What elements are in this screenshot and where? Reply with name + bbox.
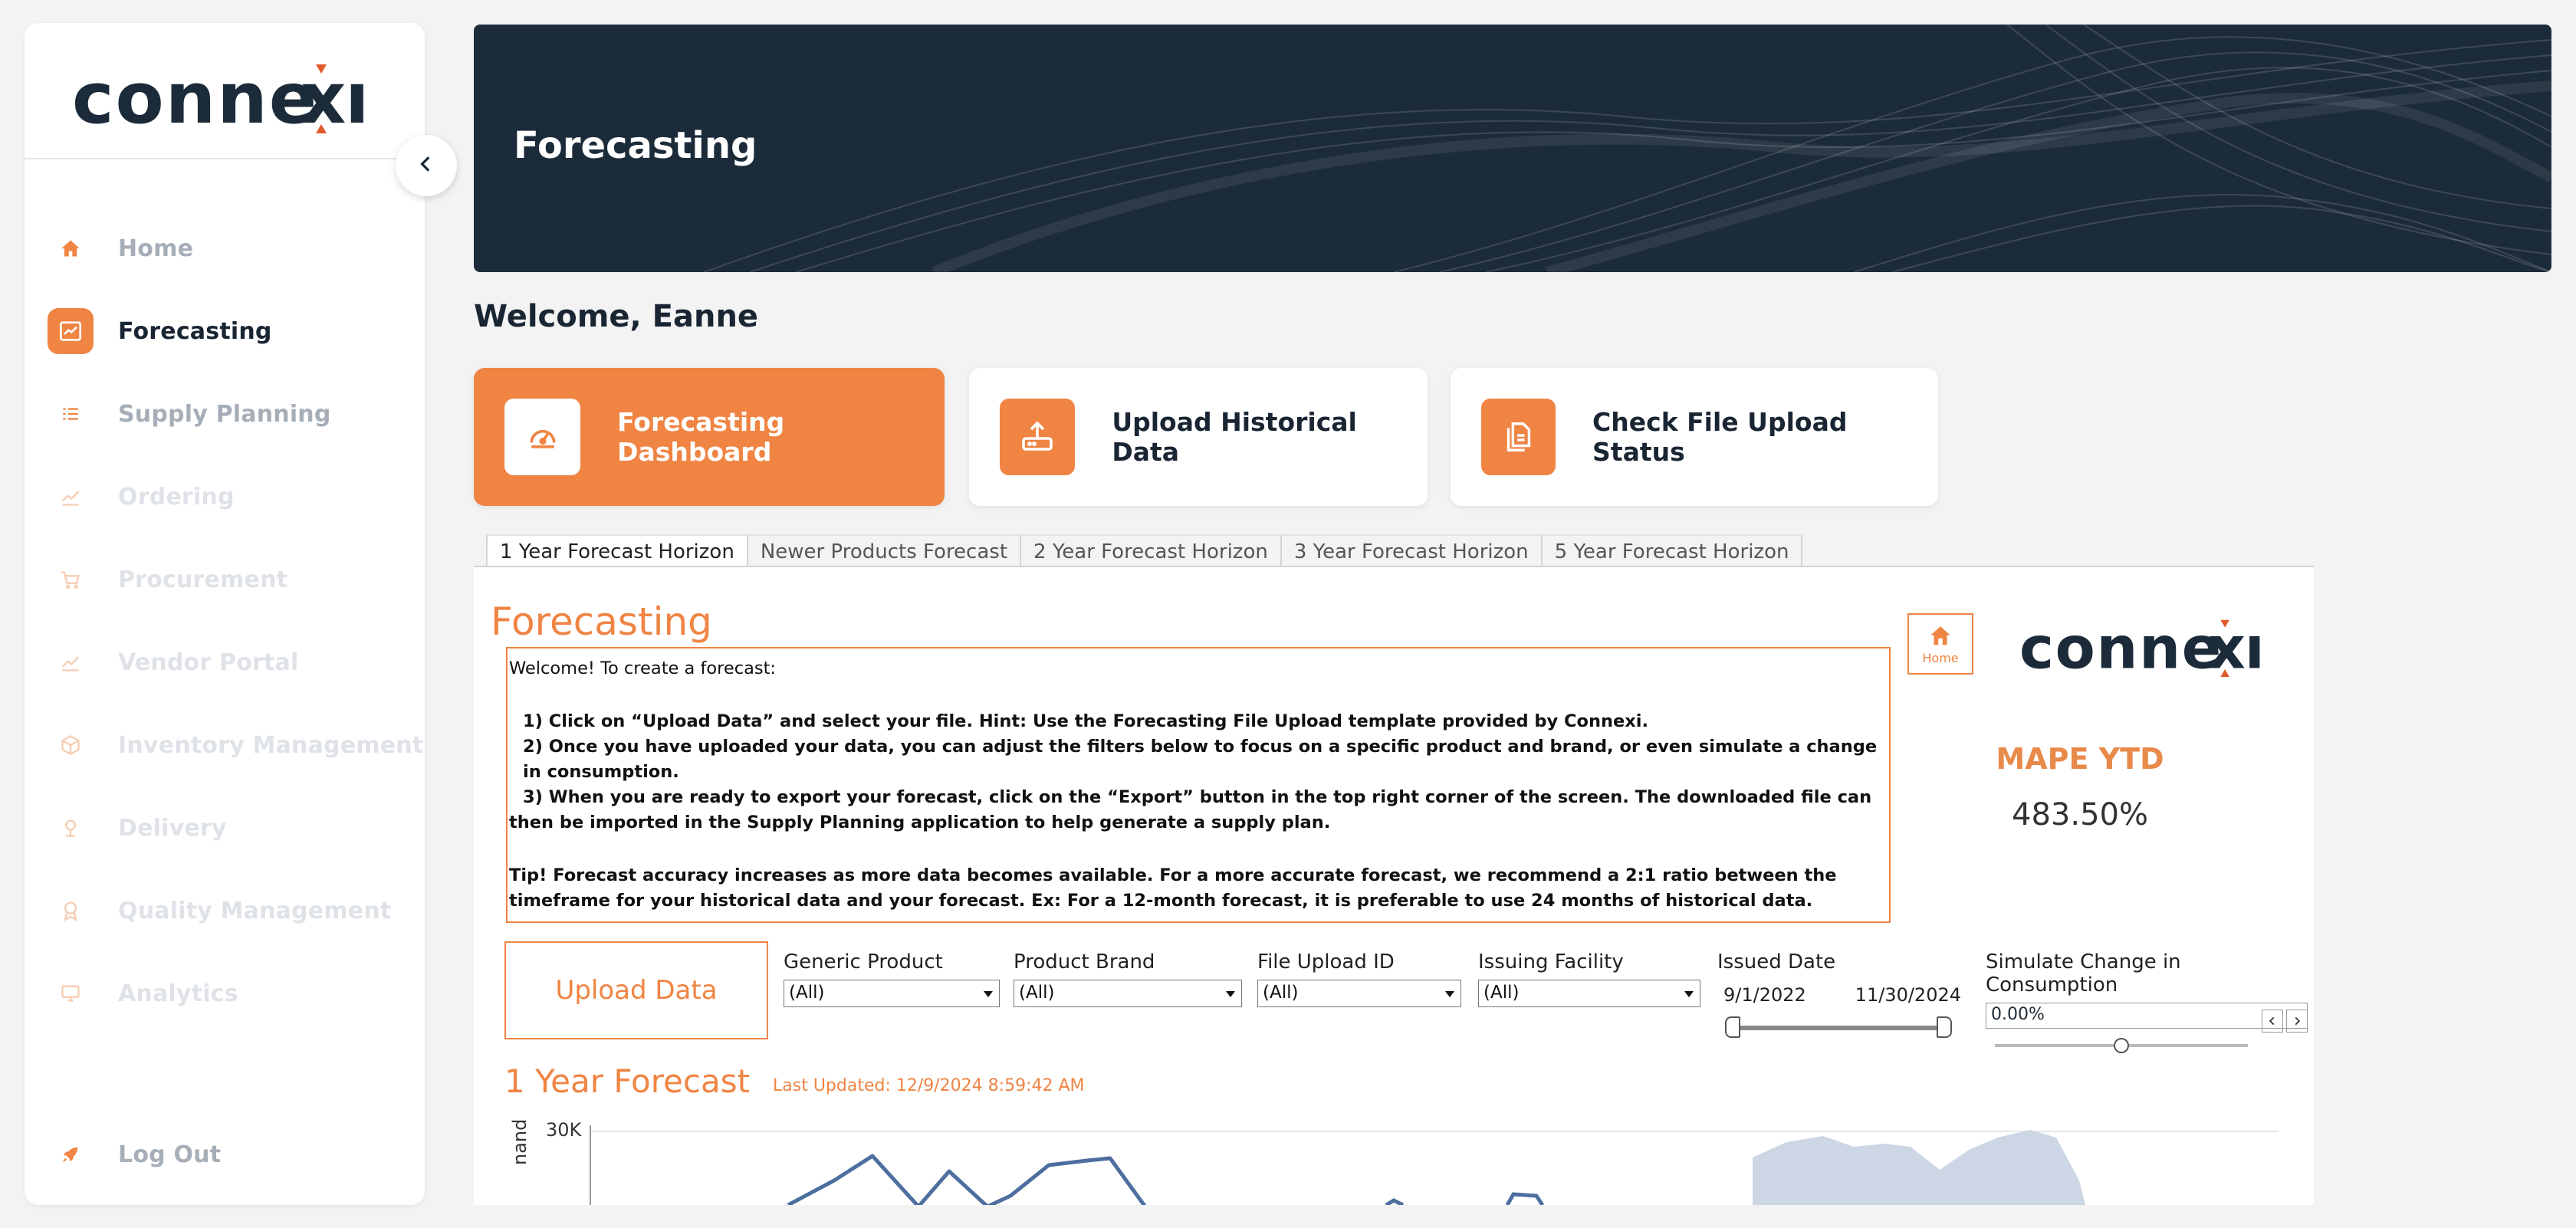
trend-icon	[48, 639, 94, 685]
card-label: Upload Historical Data	[1112, 407, 1357, 467]
welcome-message: Welcome, Eanne	[474, 299, 759, 334]
sidebar-item-label: Delivery	[118, 814, 227, 842]
dashboard-panel: Forecasting Welcome! To create a forecas…	[474, 567, 2314, 1205]
check-file-upload-status-card[interactable]: Check File Upload Status	[1451, 368, 1938, 506]
sidebar-item-quality-management[interactable]: Quality Management	[48, 885, 391, 937]
tab-1-year-forecast-horizon[interactable]: 1 Year Forecast Horizon	[486, 534, 748, 566]
upload-icon	[1000, 399, 1076, 475]
forecasting-dashboard-card[interactable]: Forecasting Dashboard	[474, 368, 945, 506]
box-icon	[48, 722, 94, 768]
trend-icon	[48, 474, 94, 520]
connexi-logo: conne x ı	[72, 60, 370, 136]
sidebar-item-label: Inventory Management	[118, 731, 424, 759]
sidebar: conne x ı Home Forecasting Supply Planni…	[25, 23, 425, 1205]
sidebar-item-label: Procurement	[118, 566, 288, 593]
banner-wave-pattern	[703, 25, 2551, 272]
chevron-left-icon	[416, 154, 436, 177]
sidebar-item-label: Supply Planning	[118, 400, 331, 428]
trend-chart-icon	[48, 308, 94, 354]
sidebar-item-forecasting[interactable]: Forecasting	[48, 305, 272, 357]
list-icon	[48, 391, 94, 437]
sidebar-item-inventory-management[interactable]: Inventory Management	[48, 719, 423, 771]
historical-line-series-4	[1385, 1198, 1405, 1205]
historical-line-series-5	[1505, 1192, 1545, 1205]
sidebar-item-label: Ordering	[118, 483, 235, 511]
gauge-icon	[504, 399, 581, 475]
monitor-icon	[48, 970, 94, 1016]
sidebar-item-label: Forecasting	[118, 317, 272, 345]
sidebar-logo[interactable]: conne x ı	[25, 23, 425, 159]
collapse-sidebar-button[interactable]	[396, 135, 457, 196]
svg-text:ı: ı	[345, 60, 370, 136]
forecast-tabs: 1 Year Forecast Horizon Newer Products F…	[486, 534, 1803, 566]
sidebar-item-ordering[interactable]: Ordering	[48, 471, 235, 523]
sidebar-item-home[interactable]: Home	[48, 222, 193, 274]
logout-label: Log Out	[118, 1141, 222, 1168]
files-icon	[1481, 399, 1556, 475]
tab-newer-products-forecast[interactable]: Newer Products Forecast	[748, 534, 1022, 566]
sidebar-item-delivery[interactable]: Delivery	[48, 802, 227, 854]
home-icon	[48, 225, 94, 271]
rocket-icon	[48, 1131, 94, 1177]
pin-icon	[48, 805, 94, 851]
forecast-area-series	[1753, 1130, 2085, 1205]
historical-line-series	[787, 1154, 1147, 1205]
sidebar-item-analytics[interactable]: Analytics	[48, 967, 238, 1020]
card-label: Forecasting Dashboard	[617, 407, 785, 467]
page-title: Forecasting	[514, 124, 757, 167]
sidebar-item-procurement[interactable]: Procurement	[48, 553, 288, 606]
badge-icon	[48, 888, 94, 934]
forecast-chart	[590, 1125, 2279, 1205]
svg-text:x: x	[301, 60, 346, 136]
cart-icon	[48, 557, 94, 603]
sidebar-item-label: Quality Management	[118, 897, 392, 924]
page-banner: Forecasting	[474, 25, 2551, 272]
card-label: Check File Upload Status	[1592, 407, 1848, 467]
upload-historical-data-card[interactable]: Upload Historical Data	[969, 368, 1428, 506]
tab-2-year-forecast-horizon[interactable]: 2 Year Forecast Horizon	[1021, 534, 1282, 566]
svg-text:conne: conne	[72, 60, 318, 136]
sidebar-item-supply-planning[interactable]: Supply Planning	[48, 388, 331, 440]
sidebar-item-label: Analytics	[118, 980, 238, 1007]
tab-3-year-forecast-horizon[interactable]: 3 Year Forecast Horizon	[1281, 534, 1543, 566]
sidebar-item-label: Home	[118, 235, 194, 262]
tab-5-year-forecast-horizon[interactable]: 5 Year Forecast Horizon	[1542, 534, 1803, 566]
sidebar-item-label: Vendor Portal	[118, 648, 299, 676]
sidebar-item-vendor-portal[interactable]: Vendor Portal	[48, 636, 298, 688]
logout-button[interactable]: Log Out	[48, 1128, 221, 1180]
